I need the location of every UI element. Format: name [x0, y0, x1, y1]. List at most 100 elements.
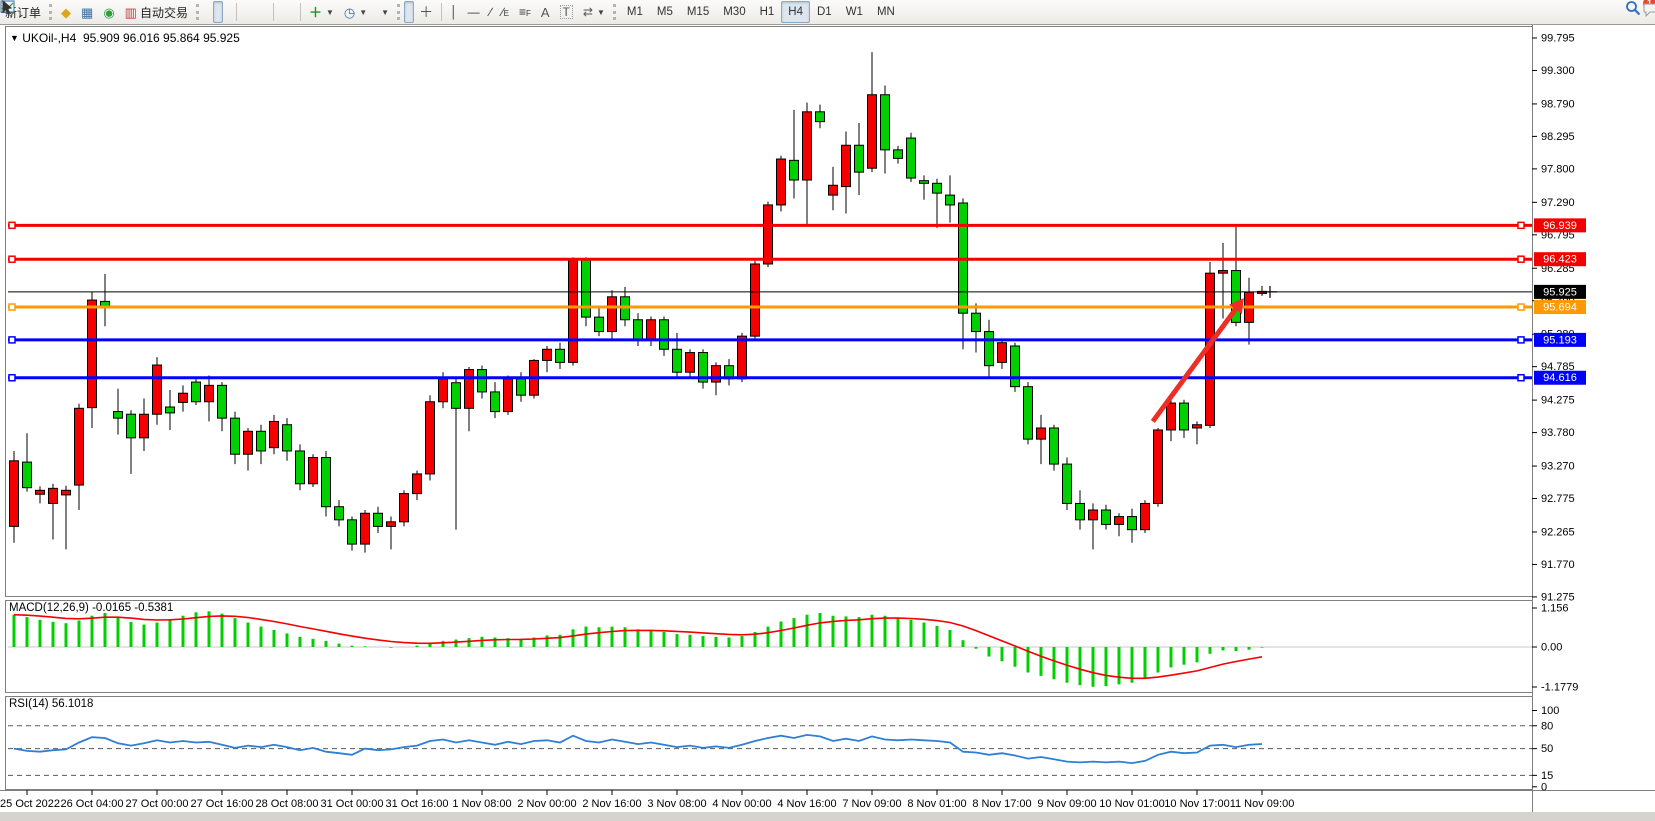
svg-text:96.939: 96.939: [1543, 220, 1577, 232]
line-chart-button[interactable]: [223, 1, 233, 23]
periods-button[interactable]: ◷▼: [339, 1, 372, 23]
signals-button[interactable]: ◉: [98, 1, 119, 23]
svg-text:-1.1779: -1.1779: [1541, 682, 1578, 694]
text-tool-button[interactable]: A: [536, 1, 555, 23]
svg-text:3 Nov 08:00: 3 Nov 08:00: [647, 798, 706, 810]
search-button[interactable]: [1625, 1, 1635, 23]
svg-text:94.616: 94.616: [1543, 372, 1577, 384]
svg-text:7 Nov 09:00: 7 Nov 09:00: [842, 798, 901, 810]
svg-text:93.270: 93.270: [1541, 461, 1575, 473]
trading-terminal-window: 新订单 ◆ ▦ ◉ ▥ 自动交易 ＋▼ ◷▼: [0, 0, 1655, 821]
chat-button[interactable]: 1: [1641, 1, 1651, 23]
tile-windows-button[interactable]: [260, 1, 270, 23]
timeframe-button-MN[interactable]: MN: [870, 1, 902, 23]
timeframe-button-H1[interactable]: H1: [753, 1, 782, 23]
svg-text:92.265: 92.265: [1541, 526, 1575, 538]
svg-text:8 Nov 17:00: 8 Nov 17:00: [972, 798, 1031, 810]
svg-text:10 Nov 01:00: 10 Nov 01:00: [1099, 798, 1164, 810]
chevron-down-icon: ▼: [597, 8, 605, 17]
market-watch-button[interactable]: ◆: [56, 1, 76, 23]
market-watch-icon: ◆: [61, 6, 71, 19]
timeframe-button-H4[interactable]: H4: [781, 1, 810, 23]
horizontal-line-icon: —: [468, 6, 480, 18]
cursor-tool-button[interactable]: [404, 1, 414, 23]
trendline-tool-button[interactable]: ∕: [485, 1, 497, 23]
svg-text:97.290: 97.290: [1541, 197, 1575, 209]
svg-text:95.925: 95.925: [1543, 286, 1577, 298]
toolbar-grip: [49, 4, 52, 20]
timeframe-button-M1[interactable]: M1: [620, 1, 650, 23]
svg-text:94.275: 94.275: [1541, 395, 1575, 407]
timeframe-button-D1[interactable]: D1: [810, 1, 839, 23]
bar-chart-button[interactable]: [203, 1, 213, 23]
svg-text:99.795: 99.795: [1541, 33, 1575, 45]
vertical-line-tool-button[interactable]: │: [445, 1, 463, 23]
signals-icon: ◉: [103, 6, 114, 19]
svg-text:4 Nov 16:00: 4 Nov 16:00: [777, 798, 836, 810]
svg-text:100: 100: [1541, 705, 1559, 717]
svg-text:0: 0: [1541, 781, 1547, 793]
zoom-in-button[interactable]: [240, 1, 250, 23]
fibonacci-icon: ≡F: [519, 6, 531, 18]
trendline-icon: ∕: [490, 6, 492, 18]
timeframe-toolbar: M1M5M15M30H1H4D1W1MN: [620, 1, 902, 23]
data-window-button[interactable]: ▦: [76, 1, 98, 23]
svg-text:1 Nov 08:00: 1 Nov 08:00: [452, 798, 511, 810]
toolbar-grip: [196, 4, 199, 20]
svg-text:92.775: 92.775: [1541, 493, 1575, 505]
svg-text:27 Oct 16:00: 27 Oct 16:00: [191, 798, 254, 810]
templates-button[interactable]: ▼: [372, 1, 394, 23]
timeframe-button-W1[interactable]: W1: [839, 1, 870, 23]
svg-text:31 Oct 00:00: 31 Oct 00:00: [321, 798, 384, 810]
svg-text:26 Oct 04:00: 26 Oct 04:00: [61, 798, 124, 810]
svg-text:93.780: 93.780: [1541, 427, 1575, 439]
candlestick-chart-button[interactable]: [213, 1, 223, 23]
svg-text:96.423: 96.423: [1543, 254, 1577, 266]
svg-text:2 Nov 00:00: 2 Nov 00:00: [517, 798, 576, 810]
arrows-icon: ⇄: [583, 6, 593, 18]
channel-icon: ∕E: [502, 6, 509, 18]
chart-shift-button[interactable]: [287, 1, 297, 23]
svg-text:98.295: 98.295: [1541, 131, 1575, 143]
svg-text:10 Nov 17:00: 10 Nov 17:00: [1164, 798, 1229, 810]
svg-text:4 Nov 00:00: 4 Nov 00:00: [712, 798, 771, 810]
svg-text:91.770: 91.770: [1541, 559, 1575, 571]
auto-trading-button[interactable]: ▥ 自动交易: [120, 1, 193, 23]
svg-text:0.00: 0.00: [1541, 642, 1562, 654]
chevron-down-icon: ▼: [359, 8, 367, 17]
svg-text:9 Nov 09:00: 9 Nov 09:00: [1037, 798, 1096, 810]
zoom-out-button[interactable]: [250, 1, 260, 23]
vertical-line-icon: │: [450, 6, 458, 18]
timeframe-button-M30[interactable]: M30: [716, 1, 752, 23]
channel-tool-button[interactable]: ∕E: [497, 1, 514, 23]
chart-canvas[interactable]: 99.79599.30098.79098.29597.80097.29096.7…: [0, 0, 1655, 821]
clock-icon: ◷: [344, 6, 355, 19]
svg-text:2 Nov 16:00: 2 Nov 16:00: [582, 798, 641, 810]
svg-text:28 Oct 08:00: 28 Oct 08:00: [256, 798, 319, 810]
main-toolbar: 新订单 ◆ ▦ ◉ ▥ 自动交易 ＋▼ ◷▼: [0, 0, 1655, 25]
timeframe-button-M15[interactable]: M15: [680, 1, 716, 23]
svg-text:97.800: 97.800: [1541, 163, 1575, 175]
svg-text:27 Oct 00:00: 27 Oct 00:00: [126, 798, 189, 810]
timeframe-button-M5[interactable]: M5: [650, 1, 680, 23]
auto-scroll-button[interactable]: [277, 1, 287, 23]
svg-text:11 Nov 09:00: 11 Nov 09:00: [1230, 798, 1295, 810]
arrows-tool-button[interactable]: ⇄▼: [578, 1, 610, 23]
svg-text:15: 15: [1541, 770, 1553, 782]
auto-trading-label: 自动交易: [140, 4, 188, 21]
crosshair-tool-button[interactable]: ＋: [414, 1, 438, 23]
svg-text:50: 50: [1541, 743, 1553, 755]
horizontal-line-tool-button[interactable]: —: [463, 1, 485, 23]
label-tool-button[interactable]: T: [555, 1, 578, 23]
add-indicator-icon: ＋: [309, 6, 322, 19]
svg-text:31 Oct 16:00: 31 Oct 16:00: [386, 798, 449, 810]
fibonacci-tool-button[interactable]: ≡F: [514, 1, 536, 23]
toolbar-grip: [397, 4, 400, 20]
svg-text:95.694: 95.694: [1543, 302, 1577, 314]
svg-text:98.790: 98.790: [1541, 98, 1575, 110]
toolbar-grip: [613, 4, 616, 20]
indicators-button[interactable]: ＋▼: [304, 1, 339, 23]
auto-trading-icon: ▥: [125, 6, 137, 19]
chevron-down-icon: ▼: [326, 8, 334, 17]
svg-text:1.156: 1.156: [1541, 603, 1569, 615]
